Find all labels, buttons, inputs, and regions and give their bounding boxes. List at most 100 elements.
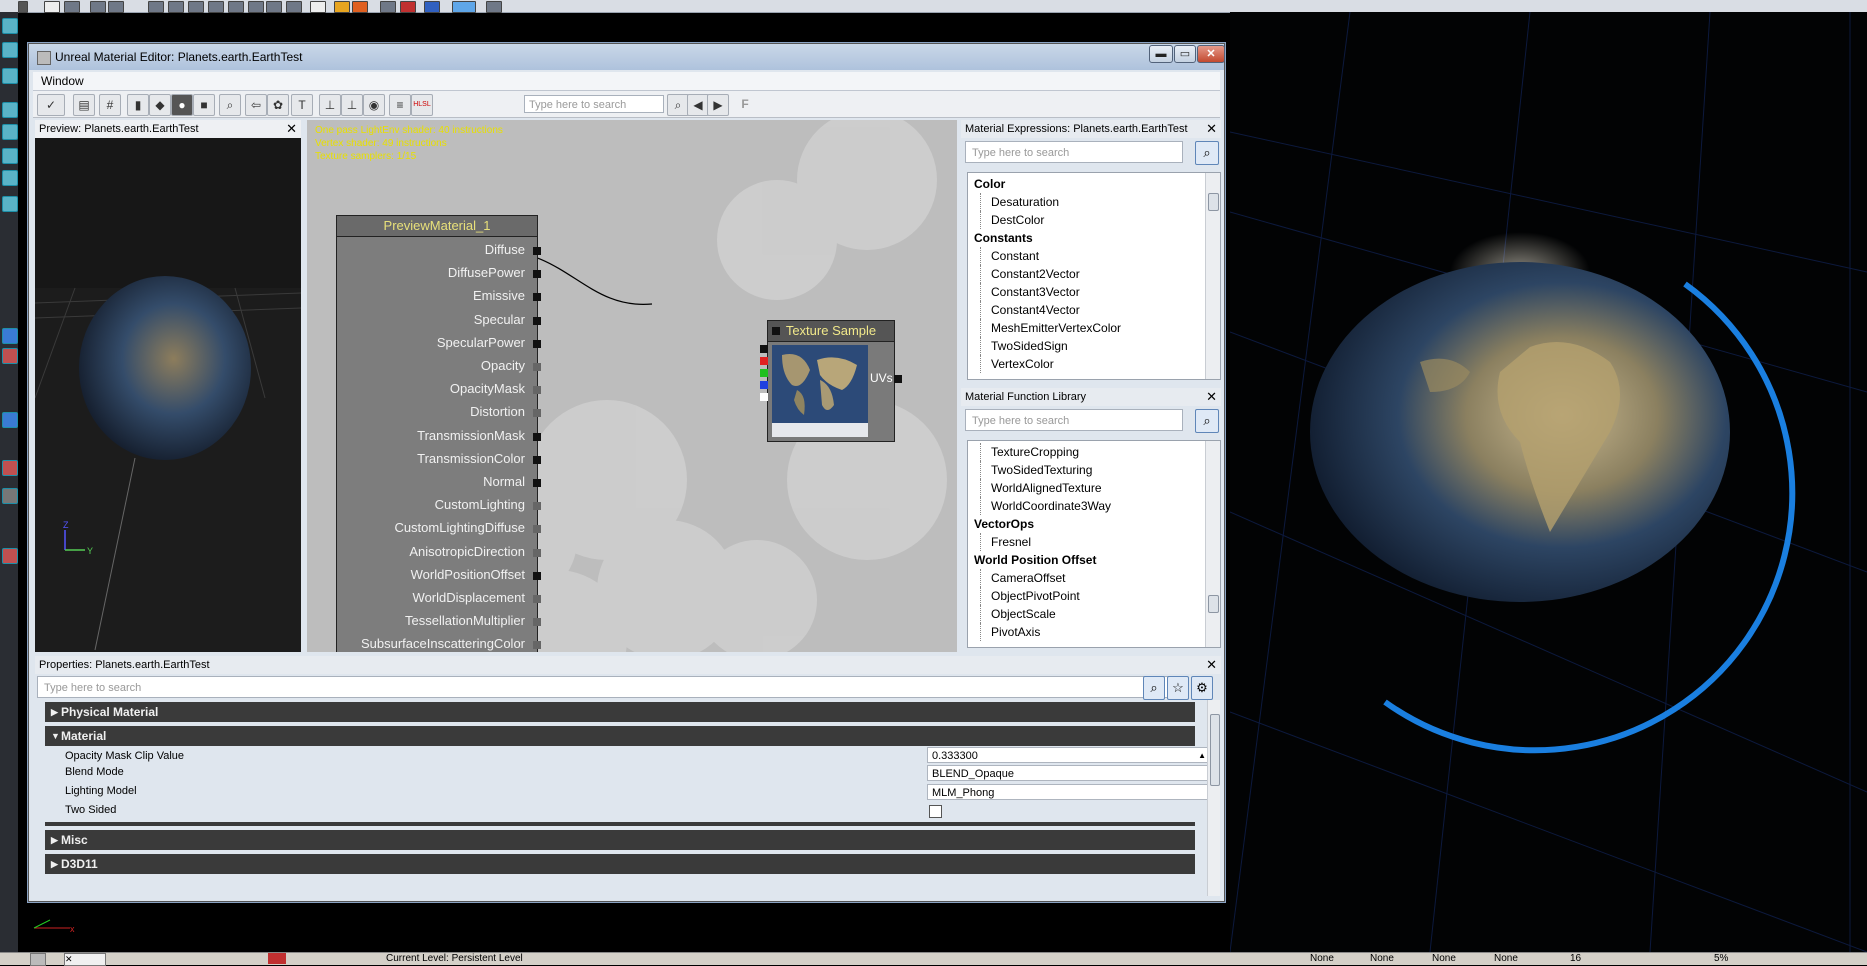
material-pin[interactable] <box>533 432 541 441</box>
brush-icon[interactable] <box>168 1 184 13</box>
brush-icon[interactable] <box>228 1 244 13</box>
material-pin[interactable] <box>533 247 541 255</box>
search-icon[interactable]: ⌕ <box>1143 676 1165 700</box>
none-label[interactable]: None <box>1310 953 1334 964</box>
two-sided-checkbox[interactable] <box>929 805 942 818</box>
material-pin[interactable] <box>533 548 541 557</box>
tree-item[interactable]: TextureCropping <box>980 443 1220 461</box>
texture-node-pin[interactable] <box>772 327 780 335</box>
lighting-model-select[interactable]: MLM_Phong ▼ <box>927 784 1219 800</box>
tree-category[interactable]: Color <box>968 175 1220 193</box>
connectors-icon[interactable]: ⊥ <box>319 94 341 116</box>
scroll-thumb[interactable] <box>1208 193 1219 211</box>
texture-channel-pin[interactable] <box>760 393 768 401</box>
material-pin[interactable] <box>533 595 541 603</box>
blend-mode-select[interactable]: BLEND_Opaque ▼ <box>927 765 1219 781</box>
find-next-icon[interactable]: ▶ <box>707 94 729 116</box>
grid-icon[interactable]: # <box>99 94 121 116</box>
category-misc[interactable]: ▶ Misc <box>45 830 1195 850</box>
material-pin[interactable] <box>533 293 541 302</box>
tree-item[interactable]: WorldCoordinate3Way <box>980 497 1220 515</box>
close-icon[interactable]: ✕ <box>286 120 297 138</box>
close-icon[interactable]: ✕ <box>1206 120 1217 138</box>
p-icon[interactable] <box>44 1 60 13</box>
grid-size-value[interactable]: 16 <box>1570 953 1581 964</box>
properties-search-input[interactable]: Type here to search <box>37 676 1187 698</box>
brush-icon[interactable] <box>148 1 164 13</box>
brush-icon[interactable] <box>248 1 264 13</box>
tree-item[interactable]: PivotAxis <box>980 623 1220 641</box>
lock-icon[interactable] <box>334 1 350 13</box>
close-icon[interactable]: ✕ <box>1206 656 1217 674</box>
tree-item[interactable]: DestColor <box>980 211 1220 229</box>
expressions-search-input[interactable]: Type here to search <box>965 141 1183 163</box>
clean-icon[interactable]: ✿ <box>267 94 289 116</box>
category-physical-material[interactable]: ▶ Physical Material <box>45 702 1195 722</box>
tree-item[interactable]: Fresnel <box>980 533 1220 551</box>
cube-icon[interactable] <box>108 1 124 13</box>
tree-item[interactable]: CameraOffset <box>980 569 1220 587</box>
material-pin[interactable] <box>533 525 541 534</box>
cylinder-preview-icon[interactable]: ▮ <box>127 94 149 116</box>
show-icon[interactable] <box>2 488 18 504</box>
scroll-thumb[interactable] <box>1210 714 1220 786</box>
uvs-pin[interactable] <box>894 375 902 383</box>
material-pin[interactable] <box>533 479 541 487</box>
expressions-scrollbar[interactable] <box>1205 173 1220 379</box>
category-d3d11[interactable]: ▶ D3D11 <box>45 854 1195 874</box>
level-viewport[interactable] <box>1230 12 1867 952</box>
hide-icon[interactable] <box>2 460 18 476</box>
terrain-mode-icon[interactable] <box>2 68 18 84</box>
texture-channel-pin[interactable] <box>760 357 768 365</box>
dropdown-arrow-icon[interactable] <box>18 1 28 13</box>
functions-search-input[interactable]: Type here to search <box>965 409 1183 431</box>
content-browser-icon[interactable] <box>424 1 440 13</box>
search-icon[interactable]: ⌕ <box>1195 409 1219 433</box>
cube-icon[interactable] <box>90 1 106 13</box>
tree-item[interactable]: ObjectPivotPoint <box>980 587 1220 605</box>
cylinder-brush-icon[interactable] <box>2 124 18 140</box>
material-pin[interactable] <box>533 641 541 650</box>
preview-viewport[interactable]: Z Y <box>35 138 301 652</box>
material-pin[interactable] <box>533 502 541 511</box>
scroll-thumb[interactable] <box>1208 595 1219 613</box>
search-icon[interactable]: ⌕ <box>667 94 689 116</box>
toggle-stats-icon[interactable]: T <box>291 94 313 116</box>
properties-scrollbar[interactable] <box>1207 700 1220 896</box>
maximize-button[interactable]: ▭ <box>1174 45 1196 63</box>
material-graph-canvas[interactable]: One pass LightEnv shader: 40 instruction… <box>307 120 957 652</box>
hierarchy-icon[interactable]: ⊥ <box>341 94 363 116</box>
cursor-icon[interactable] <box>486 1 502 13</box>
tree-item[interactable]: Constant2Vector <box>980 265 1220 283</box>
cone-brush-icon[interactable] <box>2 148 18 164</box>
brush-icon[interactable] <box>266 1 282 13</box>
material-pin[interactable] <box>533 618 541 627</box>
none-label[interactable]: None <box>1370 953 1394 964</box>
close-button[interactable]: ✕ <box>1197 45 1225 63</box>
none-label[interactable]: None <box>1432 953 1456 964</box>
category-material[interactable]: ▼ Material <box>45 726 1195 746</box>
find-prev-icon[interactable]: ◀ <box>687 94 709 116</box>
material-pin[interactable] <box>533 363 541 371</box>
material-pin[interactable] <box>533 316 541 325</box>
play-icon[interactable] <box>452 1 476 13</box>
texture-channel-pin[interactable] <box>760 381 768 389</box>
save-icon[interactable] <box>64 1 80 13</box>
favorites-icon[interactable]: ☆ <box>1167 676 1189 700</box>
tree-category[interactable]: World Position Offset <box>968 551 1220 569</box>
window-titlebar[interactable]: Unreal Material Editor: Planets.earth.Ea… <box>29 44 1225 70</box>
search-icon[interactable]: ⌕ <box>1195 141 1219 165</box>
tree-item[interactable]: Constant4Vector <box>980 301 1220 319</box>
tree-item[interactable]: TwoSidedSign <box>980 337 1220 355</box>
material-pin[interactable] <box>533 409 541 418</box>
status-icon[interactable] <box>30 953 46 966</box>
g-icon[interactable] <box>310 1 326 13</box>
tree-item[interactable]: MeshEmitterVertexColor <box>980 319 1220 337</box>
tree-category[interactable]: VectorOps <box>968 515 1220 533</box>
hlsl-button[interactable]: HLSL <box>411 94 433 116</box>
volume-icon[interactable] <box>2 412 18 428</box>
geometry-mode-icon[interactable] <box>2 42 18 58</box>
close-icon[interactable]: ✕ <box>64 953 106 966</box>
texture-sample-node[interactable]: Texture Sample UVs <box>760 320 902 442</box>
browse-icon[interactable]: ▤ <box>73 94 95 116</box>
